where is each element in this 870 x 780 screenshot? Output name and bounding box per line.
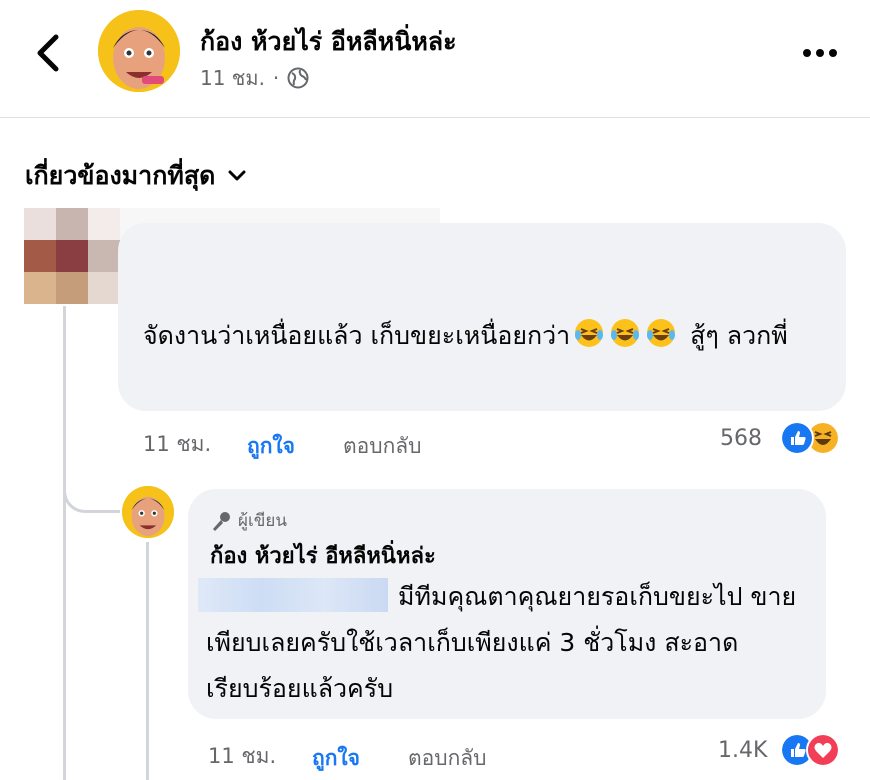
back-button[interactable] <box>30 32 70 74</box>
reply-thread-line <box>146 542 149 780</box>
avatar[interactable] <box>98 10 180 92</box>
meta-separator: · <box>272 66 280 90</box>
reply-reaction-icons[interactable] <box>780 733 840 767</box>
commenter-avatar-blurred[interactable] <box>24 208 120 304</box>
thread-line <box>63 306 66 780</box>
reply-like-button[interactable]: ถูกใจ <box>312 742 360 775</box>
reply-reply-button[interactable]: ตอบกลับ <box>408 742 487 775</box>
reply-text-body: มีทีมคุณตาคุณยายรอเก็บขยะไป ขายเพียบเลยค… <box>206 582 797 703</box>
profile-photo <box>98 10 180 92</box>
author-badge: ผู้เขียน <box>210 507 287 534</box>
love-reaction-icon <box>806 733 840 767</box>
globe-icon <box>287 67 309 89</box>
reply-author-name[interactable]: ก้อง ห้วยไร่ อีหลีหนิ่หล่ะ <box>210 538 436 573</box>
reply-time[interactable]: 11 ชม. <box>208 740 276 773</box>
profile-photo <box>122 486 174 538</box>
comment-sort-dropdown[interactable]: เกี่ยวข้องมากที่สุด <box>25 156 247 196</box>
like-button[interactable]: ถูกใจ <box>247 430 295 463</box>
comment-time[interactable]: 11 ชม. <box>143 428 211 461</box>
reply-avatar[interactable] <box>122 486 174 538</box>
laughing-tears-emoji-icon <box>611 319 640 347</box>
comment-text-end: สู้ๆ ลวกพี่ <box>682 321 788 350</box>
thread-connector <box>63 470 120 513</box>
sort-label: เกี่ยวข้องมากที่สุด <box>25 161 216 190</box>
reply-text: มีทีมคุณตาคุณยายรอเก็บขยะไป ขายเพียบเลยค… <box>206 574 811 712</box>
post-time: 11 ชม. <box>200 66 265 90</box>
like-reaction-icon <box>780 421 814 455</box>
laughing-tears-emoji-icon <box>647 319 676 347</box>
chevron-left-icon <box>37 34 59 72</box>
reply-reaction-count[interactable]: 1.4K <box>718 738 767 763</box>
microphone-icon <box>213 511 230 531</box>
more-options-button[interactable] <box>798 36 842 70</box>
post-meta: 11 ชม. · <box>200 62 309 94</box>
laughing-tears-emoji-icon <box>575 319 604 347</box>
comment-text: จัดงานว่าเหนื่อยแล้ว เก็บขยะเหนื่อยกว่า … <box>143 313 833 359</box>
comment-text-main: จัดงานว่าเหนื่อยแล้ว เก็บขยะเหนื่อยกว่า <box>143 321 571 350</box>
page-name[interactable]: ก้อง ห้วยไร่ อีหลีหนิ่หล่ะ <box>200 22 457 62</box>
more-horizontal-icon <box>803 49 837 57</box>
author-badge-label: ผู้เขียน <box>238 511 287 531</box>
reaction-icons[interactable] <box>780 421 840 455</box>
chevron-down-icon <box>228 170 246 181</box>
emoji-group <box>574 319 682 350</box>
reply-button[interactable]: ตอบกลับ <box>343 430 422 463</box>
reaction-count[interactable]: 568 <box>720 426 762 451</box>
